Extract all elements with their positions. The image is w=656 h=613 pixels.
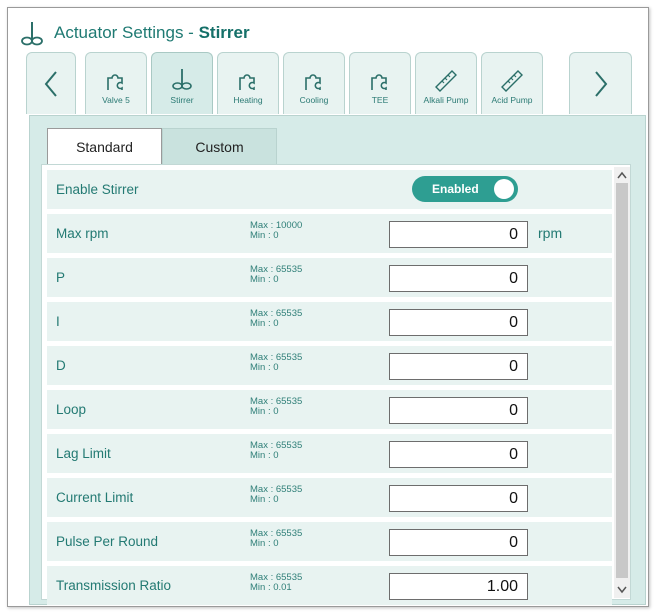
prev-tab-button[interactable] bbox=[26, 52, 76, 114]
param-row-loop: Loop Max : 65535 Min : 0 0 bbox=[47, 390, 612, 429]
value-input[interactable]: 0 bbox=[389, 353, 528, 380]
tab-heating[interactable]: Heating bbox=[217, 52, 279, 114]
min-limit: Min : 0 bbox=[250, 274, 279, 285]
limit-info: Max : 65535 Min : 0 bbox=[250, 529, 302, 549]
min-limit: Min : 0 bbox=[250, 230, 279, 241]
puzzle-icon bbox=[305, 74, 321, 90]
pump-tube-icon bbox=[435, 70, 457, 92]
actuator-settings-window: Actuator Settings - Stirrer Valve 5 Stir… bbox=[7, 7, 649, 607]
value-input[interactable]: 0 bbox=[389, 309, 528, 336]
chevron-down-icon bbox=[617, 586, 627, 594]
chevron-right-icon bbox=[594, 70, 607, 97]
value-input[interactable]: 1.00 bbox=[389, 573, 528, 600]
min-limit: Min : 0 bbox=[250, 362, 279, 373]
scroll-up-button[interactable] bbox=[614, 167, 630, 183]
param-row-current-limit: Current Limit Max : 65535 Min : 0 0 bbox=[47, 478, 612, 517]
min-limit: Min : 0 bbox=[250, 538, 279, 549]
value-input[interactable]: 0 bbox=[389, 265, 528, 292]
limit-info: Max : 65535 Min : 0 bbox=[250, 265, 302, 285]
tab-standard[interactable]: Standard bbox=[47, 128, 162, 165]
limit-info: Max : 65535 Min : 0.01 bbox=[250, 573, 302, 593]
next-tab-button[interactable] bbox=[569, 52, 632, 114]
tab-alkali-pump[interactable]: Alkali Pump bbox=[415, 52, 477, 114]
page-title: Actuator Settings - Stirrer bbox=[54, 23, 250, 43]
row-label: Lag Limit bbox=[56, 446, 111, 461]
pump-tube-icon bbox=[501, 70, 523, 92]
tab-valve-5[interactable]: Valve 5 bbox=[85, 52, 147, 114]
min-limit: Min : 0 bbox=[250, 494, 279, 505]
settings-panel: Standard Custom Enable Stirrer Enabled M… bbox=[29, 115, 646, 605]
puzzle-icon bbox=[239, 74, 255, 90]
tab-label: Cooling bbox=[299, 95, 329, 105]
row-label: D bbox=[56, 358, 66, 373]
row-label: Transmission Ratio bbox=[56, 578, 172, 593]
param-row-pulse-per-round: Pulse Per Round Max : 65535 Min : 0 0 bbox=[47, 522, 612, 561]
value-input[interactable]: 0 bbox=[389, 397, 528, 424]
row-label: P bbox=[56, 270, 66, 285]
title-bar: Actuator Settings - Stirrer bbox=[18, 18, 250, 48]
value-input[interactable]: 0 bbox=[389, 221, 528, 248]
param-row-lag-limit: Lag Limit Max : 65535 Min : 0 0 bbox=[47, 434, 612, 473]
vertical-scrollbar[interactable] bbox=[614, 167, 630, 598]
limit-info: Max : 65535 Min : 0 bbox=[250, 485, 302, 505]
row-label: I bbox=[56, 314, 60, 329]
toggle-label: Enabled bbox=[432, 182, 479, 196]
param-row-d: D Max : 65535 Min : 0 0 bbox=[47, 346, 612, 385]
row-label: Enable Stirrer bbox=[56, 182, 139, 197]
min-limit: Min : 0.01 bbox=[250, 582, 292, 593]
toggle-knob bbox=[494, 179, 514, 199]
tab-stirrer[interactable]: Stirrer bbox=[151, 52, 213, 114]
value-input[interactable]: 0 bbox=[389, 529, 528, 556]
limit-info: Max : 65535 Min : 0 bbox=[250, 353, 302, 373]
tab-tee[interactable]: TEE bbox=[349, 52, 411, 114]
puzzle-icon bbox=[107, 74, 123, 90]
limit-info: Max : 65535 Min : 0 bbox=[250, 397, 302, 417]
tab-custom[interactable]: Custom bbox=[162, 128, 277, 165]
rows-container: Enable Stirrer Enabled Max rpm Max : 100… bbox=[47, 170, 612, 610]
value-input[interactable]: 0 bbox=[389, 441, 528, 468]
chevron-left-icon bbox=[44, 70, 57, 97]
actuator-tabstrip: Valve 5 Stirrer Heating Cooling TEE Alka… bbox=[26, 52, 646, 115]
row-label: Current Limit bbox=[56, 490, 134, 505]
enable-toggle[interactable]: Enabled bbox=[412, 176, 518, 202]
tab-label: Valve 5 bbox=[102, 95, 130, 105]
tab-cooling[interactable]: Cooling bbox=[283, 52, 345, 114]
parameter-list: Enable Stirrer Enabled Max rpm Max : 100… bbox=[41, 164, 631, 605]
param-row-transmission-ratio: Transmission Ratio Max : 65535 Min : 0.0… bbox=[47, 566, 612, 605]
min-limit: Min : 0 bbox=[250, 318, 279, 329]
tab-label: Stirrer bbox=[170, 95, 194, 105]
title-device: Stirrer bbox=[198, 23, 250, 42]
limit-info: Max : 65535 Min : 0 bbox=[250, 309, 302, 329]
chevron-up-icon bbox=[617, 171, 627, 179]
min-limit: Min : 0 bbox=[250, 406, 279, 417]
row-label: Max rpm bbox=[56, 226, 109, 241]
scroll-thumb[interactable] bbox=[616, 183, 628, 578]
enable-stirrer-row: Enable Stirrer Enabled bbox=[47, 170, 612, 209]
row-label: Loop bbox=[56, 402, 87, 417]
scroll-down-button[interactable] bbox=[614, 582, 630, 598]
min-limit: Min : 0 bbox=[250, 450, 279, 461]
param-row-i: I Max : 65535 Min : 0 0 bbox=[47, 302, 612, 341]
tab-label: Alkali Pump bbox=[423, 95, 469, 105]
tab-label: TEE bbox=[371, 95, 389, 105]
value-input[interactable]: 0 bbox=[389, 485, 528, 512]
param-row-max-rpm: Max rpm Max : 10000 Min : 0 0 rpm bbox=[47, 214, 612, 253]
unit-label: rpm bbox=[538, 225, 563, 241]
stirrer-icon bbox=[172, 69, 192, 90]
limit-info: Max : 65535 Min : 0 bbox=[250, 441, 302, 461]
param-row-p: P Max : 65535 Min : 0 0 bbox=[47, 258, 612, 297]
tab-label: Heating bbox=[233, 95, 263, 105]
stirrer-icon bbox=[21, 22, 43, 46]
title-prefix: Actuator Settings - bbox=[54, 23, 199, 42]
limit-info: Max : 10000 Min : 0 bbox=[250, 221, 302, 241]
puzzle-icon bbox=[371, 74, 387, 90]
tab-acid-pump[interactable]: Acid Pump bbox=[481, 52, 543, 114]
tab-label: Acid Pump bbox=[491, 95, 533, 105]
row-label: Pulse Per Round bbox=[56, 534, 159, 549]
